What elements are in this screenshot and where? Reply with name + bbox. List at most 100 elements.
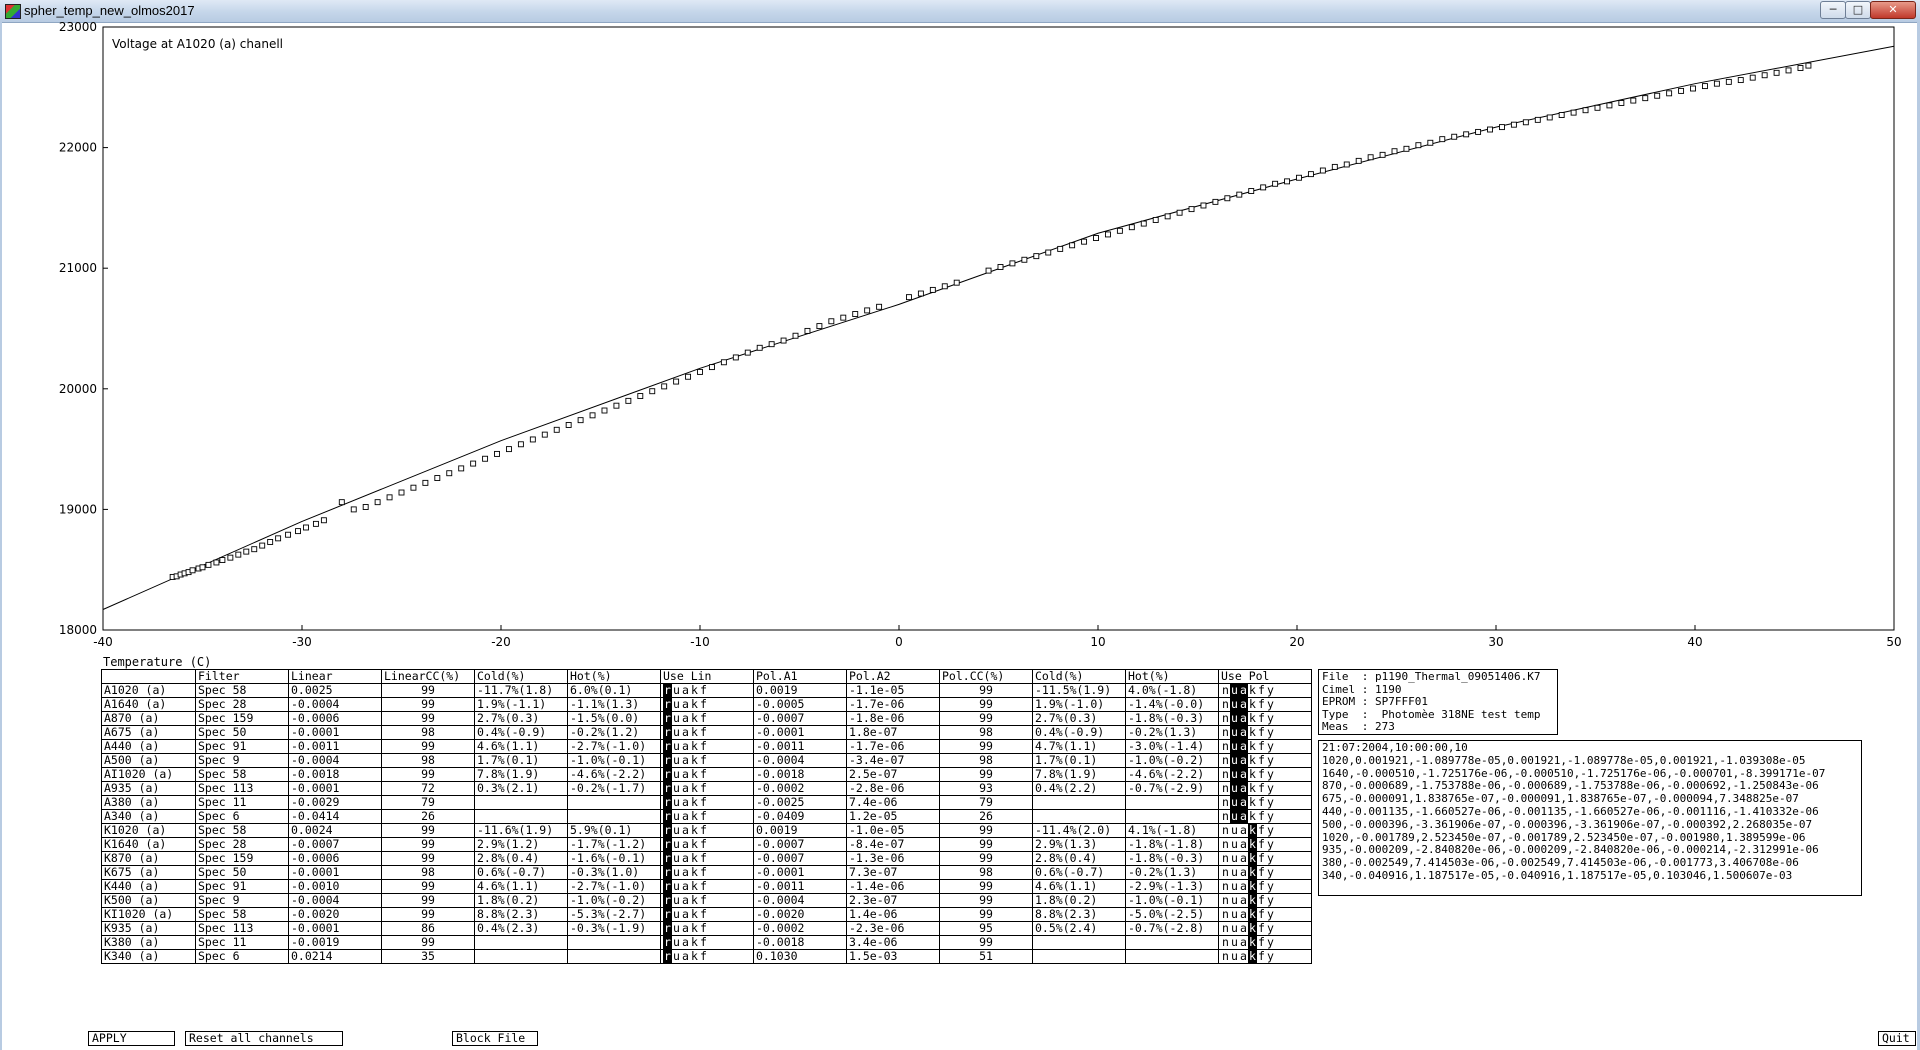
- option-n[interactable]: n: [1221, 881, 1230, 893]
- use-pol-selector[interactable]: nuakfy: [1218, 823, 1312, 838]
- option-r[interactable]: r: [663, 922, 672, 935]
- use-lin-selector[interactable]: ruakf: [660, 865, 754, 880]
- option-u[interactable]: u: [672, 923, 681, 935]
- use-lin-selector[interactable]: ruakf: [660, 921, 754, 936]
- option-u[interactable]: u: [1230, 839, 1239, 851]
- option-k[interactable]: k: [690, 895, 699, 907]
- option-y[interactable]: y: [1266, 909, 1275, 921]
- option-r[interactable]: r: [663, 712, 672, 725]
- option-f[interactable]: f: [699, 811, 708, 823]
- option-k[interactable]: k: [690, 951, 699, 963]
- option-u[interactable]: u: [672, 685, 681, 697]
- use-pol-selector[interactable]: nuakfy: [1218, 683, 1312, 698]
- option-n[interactable]: n: [1221, 895, 1230, 907]
- option-r[interactable]: r: [663, 768, 672, 781]
- option-f[interactable]: f: [699, 741, 708, 753]
- option-k[interactable]: k: [1248, 755, 1257, 767]
- option-f[interactable]: f: [699, 839, 708, 851]
- option-f[interactable]: f: [1257, 727, 1266, 739]
- option-k[interactable]: k: [1248, 811, 1257, 823]
- option-k[interactable]: k: [690, 685, 699, 697]
- option-f[interactable]: f: [699, 713, 708, 725]
- option-u[interactable]: u: [1230, 740, 1239, 753]
- option-k[interactable]: k: [1248, 838, 1257, 851]
- option-a[interactable]: a: [1239, 754, 1248, 767]
- option-a[interactable]: a: [681, 923, 690, 935]
- option-u[interactable]: u: [1230, 684, 1239, 697]
- option-u[interactable]: u: [1230, 825, 1239, 837]
- option-u[interactable]: u: [1230, 810, 1239, 823]
- option-a[interactable]: a: [1239, 895, 1248, 907]
- option-f[interactable]: f: [1257, 839, 1266, 851]
- option-y[interactable]: y: [1266, 699, 1275, 711]
- option-a[interactable]: a: [1239, 867, 1248, 879]
- option-f[interactable]: f: [699, 853, 708, 865]
- apply-button[interactable]: APPLY: [88, 1031, 175, 1046]
- option-a[interactable]: a: [1239, 782, 1248, 795]
- option-f[interactable]: f: [1257, 881, 1266, 893]
- maximize-button[interactable]: □: [1845, 1, 1871, 19]
- option-u[interactable]: u: [672, 699, 681, 711]
- option-f[interactable]: f: [699, 727, 708, 739]
- option-f[interactable]: f: [1257, 895, 1266, 907]
- option-u[interactable]: u: [672, 895, 681, 907]
- option-r[interactable]: r: [663, 838, 672, 851]
- option-u[interactable]: u: [1230, 951, 1239, 963]
- option-y[interactable]: y: [1266, 797, 1275, 809]
- option-r[interactable]: r: [663, 908, 672, 921]
- use-pol-selector[interactable]: nuakfy: [1218, 725, 1312, 740]
- option-k[interactable]: k: [690, 783, 699, 795]
- option-y[interactable]: y: [1266, 769, 1275, 781]
- option-a[interactable]: a: [1239, 712, 1248, 725]
- use-pol-selector[interactable]: nuakfy: [1218, 739, 1312, 754]
- option-a[interactable]: a: [1239, 825, 1248, 837]
- use-lin-selector[interactable]: ruakf: [660, 837, 754, 852]
- option-n[interactable]: n: [1221, 783, 1230, 795]
- option-u[interactable]: u: [672, 853, 681, 865]
- option-n[interactable]: n: [1221, 797, 1230, 809]
- option-f[interactable]: f: [1257, 923, 1266, 935]
- option-a[interactable]: a: [681, 811, 690, 823]
- option-u[interactable]: u: [672, 881, 681, 893]
- option-y[interactable]: y: [1266, 713, 1275, 725]
- option-n[interactable]: n: [1221, 951, 1230, 963]
- option-f[interactable]: f: [1257, 685, 1266, 697]
- use-pol-selector[interactable]: nuakfy: [1218, 935, 1312, 950]
- option-k[interactable]: k: [690, 825, 699, 837]
- option-k[interactable]: k: [1248, 950, 1257, 963]
- option-f[interactable]: f: [699, 881, 708, 893]
- use-pol-selector[interactable]: nuakfy: [1218, 865, 1312, 880]
- use-lin-selector[interactable]: ruakf: [660, 879, 754, 894]
- option-f[interactable]: f: [1257, 811, 1266, 823]
- option-k[interactable]: k: [1248, 727, 1257, 739]
- option-k[interactable]: k: [690, 867, 699, 879]
- use-pol-selector[interactable]: nuakfy: [1218, 781, 1312, 796]
- option-k[interactable]: k: [1248, 866, 1257, 879]
- option-r[interactable]: r: [663, 950, 672, 963]
- option-f[interactable]: f: [699, 895, 708, 907]
- option-a[interactable]: a: [681, 797, 690, 809]
- option-n[interactable]: n: [1221, 685, 1230, 697]
- option-u[interactable]: u: [672, 727, 681, 739]
- option-k[interactable]: k: [1248, 908, 1257, 921]
- option-r[interactable]: r: [663, 782, 672, 795]
- use-lin-selector[interactable]: ruakf: [660, 809, 754, 824]
- option-u[interactable]: u: [672, 713, 681, 725]
- option-k[interactable]: k: [1248, 769, 1257, 781]
- use-lin-selector[interactable]: ruakf: [660, 683, 754, 698]
- option-k[interactable]: k: [690, 741, 699, 753]
- option-f[interactable]: f: [699, 951, 708, 963]
- use-lin-selector[interactable]: ruakf: [660, 711, 754, 726]
- option-f[interactable]: f: [699, 937, 708, 949]
- use-pol-selector[interactable]: nuakfy: [1218, 837, 1312, 852]
- option-f[interactable]: f: [1257, 867, 1266, 879]
- option-u[interactable]: u: [672, 783, 681, 795]
- block-file-button[interactable]: Block File: [452, 1031, 538, 1046]
- option-u[interactable]: u: [1230, 698, 1239, 711]
- reset-all-channels-button[interactable]: Reset all channels: [185, 1031, 343, 1046]
- use-lin-selector[interactable]: ruakf: [660, 753, 754, 768]
- option-f[interactable]: f: [699, 769, 708, 781]
- option-f[interactable]: f: [699, 825, 708, 837]
- option-f[interactable]: f: [699, 783, 708, 795]
- option-k[interactable]: k: [1248, 824, 1257, 837]
